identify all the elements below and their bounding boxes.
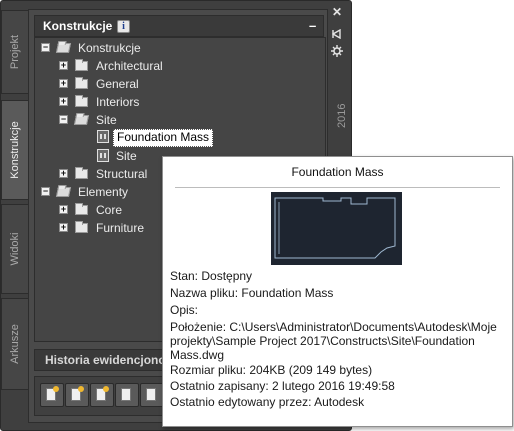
expand-icon[interactable]: + (59, 97, 68, 106)
tooltip-title: Foundation Mass (291, 165, 384, 179)
properties-gear-icon[interactable] (331, 44, 343, 57)
collapse-button[interactable]: – (309, 18, 316, 33)
tab-widoki[interactable]: Widoki (1, 204, 28, 294)
tooltip-last-saved: Ostatnio zapisany: 2 lutego 2016 19:49:5… (170, 379, 395, 393)
copy-button[interactable] (115, 383, 139, 407)
collapse-icon[interactable]: − (59, 115, 68, 124)
expand-icon[interactable]: + (59, 223, 68, 232)
folder-icon (75, 77, 88, 89)
expand-icon[interactable]: + (59, 61, 68, 70)
tab-arkusze[interactable]: Arkusze (1, 298, 28, 390)
expand-icon[interactable]: + (59, 169, 68, 178)
info-icon[interactable]: i (117, 20, 130, 33)
open-folder-icon (55, 187, 72, 197)
folder-icon (75, 203, 88, 215)
tooltip-filesize: Rozmiar pliku: 204KB (209 149 bytes) (170, 363, 373, 377)
tooltip-filename: Nazwa pliku: Foundation Mass (170, 286, 334, 300)
construct-icon (97, 130, 109, 143)
constructs-title: Konstrukcje (43, 19, 113, 33)
auto-hide-icon[interactable] (331, 26, 342, 40)
tooltip-location-line2: projekty\Sample Project 2017\Constructs\… (170, 334, 475, 348)
tooltip-location-line1: Położenie: C:\Users\Administrator\Docume… (170, 320, 497, 334)
folder-icon (75, 167, 88, 179)
palette-year-label: 2016 (336, 103, 348, 128)
tab-projekt[interactable]: Projekt (1, 10, 28, 94)
open-folder-icon (73, 115, 90, 125)
tooltip-description: Opis: (170, 303, 199, 317)
add-element-button[interactable] (65, 383, 89, 407)
tooltip-status: Stan: Dostępny (170, 269, 253, 283)
tooltip-last-edited-by: Ostatnio edytowany przez: Autodesk (170, 395, 365, 409)
constructs-header: Konstrukcje i – (34, 15, 324, 37)
construct-icon (97, 149, 109, 162)
close-icon[interactable]: ✕ (332, 5, 342, 19)
expand-icon[interactable]: + (59, 79, 68, 88)
selected-item-label: Foundation Mass (113, 129, 214, 147)
add-category-button[interactable] (90, 383, 114, 407)
folder-icon (75, 221, 88, 233)
open-folder-icon (55, 43, 72, 53)
construct-tooltip: Foundation Mass Stan: Dostępny Nazwa pli… (162, 156, 513, 427)
expand-icon[interactable]: + (59, 205, 68, 214)
folder-icon (75, 95, 88, 107)
collapse-icon[interactable]: − (41, 187, 50, 196)
folder-icon (75, 59, 88, 71)
collapse-icon[interactable]: − (41, 43, 50, 52)
construct-preview-thumbnail (271, 192, 402, 265)
tooltip-location-line3: Mass.dwg (170, 348, 225, 362)
tab-konstrukcje[interactable]: Konstrukcje (1, 100, 28, 200)
add-construct-button[interactable] (40, 383, 64, 407)
select-tool-button[interactable] (140, 383, 164, 407)
tooltip-divider (175, 187, 500, 188)
